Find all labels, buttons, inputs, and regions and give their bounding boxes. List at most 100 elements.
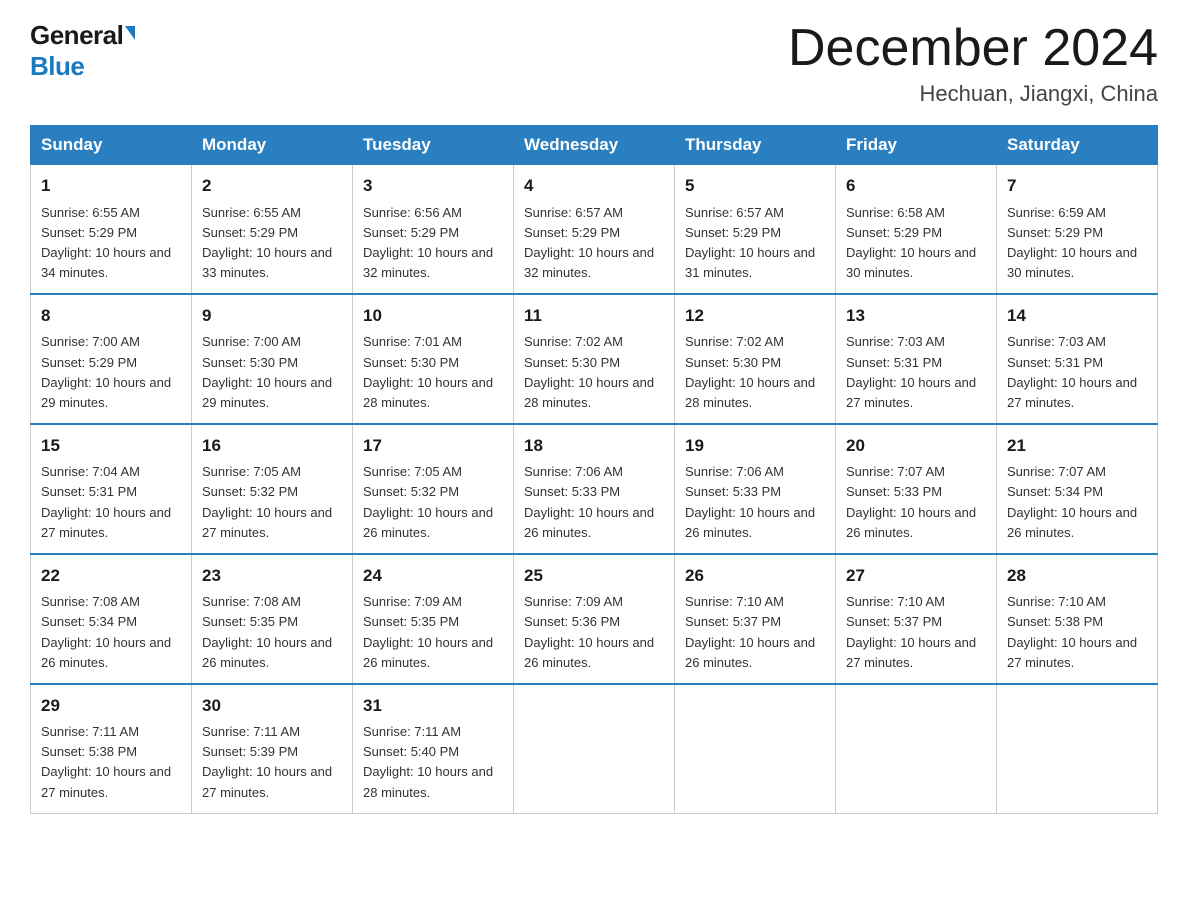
- day-info: Sunrise: 7:10 AMSunset: 5:37 PMDaylight:…: [846, 592, 986, 673]
- calendar-cell: 14 Sunrise: 7:03 AMSunset: 5:31 PMDayligh…: [997, 294, 1158, 424]
- header-friday: Friday: [836, 126, 997, 165]
- calendar-cell: 20Sunrise: 7:07 AMSunset: 5:33 PMDayligh…: [836, 424, 997, 554]
- calendar-cell: 31 Sunrise: 7:11 AMSunset: 5:40 PMDayligh…: [353, 684, 514, 813]
- location: Hechuan, Jiangxi, China: [788, 81, 1158, 107]
- day-info: Sunrise: 7:10 AMSunset: 5:37 PMDaylight:…: [685, 592, 825, 673]
- calendar-cell: 25 Sunrise: 7:09 AMSunset: 5:36 PMDayligh…: [514, 554, 675, 684]
- day-info: Sunrise: 7:02 AMSunset: 5:30 PMDaylight:…: [685, 332, 825, 413]
- calendar-table: Sunday Monday Tuesday Wednesday Thursday…: [30, 125, 1158, 814]
- header-saturday: Saturday: [997, 126, 1158, 165]
- day-number: 27: [846, 563, 986, 589]
- day-number: 10: [363, 303, 503, 329]
- day-number: 11: [524, 303, 664, 329]
- day-number: 28: [1007, 563, 1147, 589]
- day-number: 15: [41, 433, 181, 459]
- day-number: 6: [846, 173, 986, 199]
- day-info: Sunrise: 6:55 AMSunset: 5:29 PMDaylight:…: [202, 203, 342, 284]
- calendar-cell: 7 Sunrise: 6:59 AMSunset: 5:29 PMDaylight…: [997, 165, 1158, 294]
- calendar-week-row: 15 Sunrise: 7:04 AMSunset: 5:31 PMDayligh…: [31, 424, 1158, 554]
- day-info: Sunrise: 6:59 AMSunset: 5:29 PMDaylight:…: [1007, 203, 1147, 284]
- day-number: 3: [363, 173, 503, 199]
- day-info: Sunrise: 7:05 AMSunset: 5:32 PMDaylight:…: [363, 462, 503, 543]
- day-number: 2: [202, 173, 342, 199]
- day-number: 31: [363, 693, 503, 719]
- day-info: Sunrise: 7:08 AMSunset: 5:35 PMDaylight:…: [202, 592, 342, 673]
- logo-arrow-icon: [125, 26, 135, 40]
- calendar-cell: 21 Sunrise: 7:07 AMSunset: 5:34 PMDayligh…: [997, 424, 1158, 554]
- calendar-cell: 23 Sunrise: 7:08 AMSunset: 5:35 PMDayligh…: [192, 554, 353, 684]
- day-number: 8: [41, 303, 181, 329]
- day-info: Sunrise: 7:03 AMSunset: 5:31 PMDaylight:…: [846, 332, 986, 413]
- day-info: Sunrise: 6:55 AMSunset: 5:29 PMDaylight:…: [41, 203, 181, 284]
- calendar-cell: [836, 684, 997, 813]
- day-info: Sunrise: 7:11 AMSunset: 5:40 PMDaylight:…: [363, 722, 503, 803]
- calendar-cell: 8 Sunrise: 7:00 AMSunset: 5:29 PMDaylight…: [31, 294, 192, 424]
- calendar-week-row: 1 Sunrise: 6:55 AMSunset: 5:29 PMDaylight…: [31, 165, 1158, 294]
- calendar-cell: 16Sunrise: 7:05 AMSunset: 5:32 PMDayligh…: [192, 424, 353, 554]
- header-thursday: Thursday: [675, 126, 836, 165]
- calendar-cell: 19 Sunrise: 7:06 AMSunset: 5:33 PMDayligh…: [675, 424, 836, 554]
- logo: General Blue: [30, 20, 135, 82]
- calendar-cell: 27 Sunrise: 7:10 AMSunset: 5:37 PMDayligh…: [836, 554, 997, 684]
- header-tuesday: Tuesday: [353, 126, 514, 165]
- calendar-cell: 17 Sunrise: 7:05 AMSunset: 5:32 PMDayligh…: [353, 424, 514, 554]
- calendar-cell: 13 Sunrise: 7:03 AMSunset: 5:31 PMDayligh…: [836, 294, 997, 424]
- calendar-cell: 22 Sunrise: 7:08 AMSunset: 5:34 PMDayligh…: [31, 554, 192, 684]
- calendar-cell: 11Sunrise: 7:02 AMSunset: 5:30 PMDayligh…: [514, 294, 675, 424]
- day-number: 21: [1007, 433, 1147, 459]
- calendar-cell: [514, 684, 675, 813]
- day-info: Sunrise: 6:56 AMSunset: 5:29 PMDaylight:…: [363, 203, 503, 284]
- day-number: 19: [685, 433, 825, 459]
- day-info: Sunrise: 7:09 AMSunset: 5:36 PMDaylight:…: [524, 592, 664, 673]
- day-number: 22: [41, 563, 181, 589]
- calendar-cell: 6Sunrise: 6:58 AMSunset: 5:29 PMDaylight…: [836, 165, 997, 294]
- month-title: December 2024: [788, 20, 1158, 77]
- day-number: 17: [363, 433, 503, 459]
- header-wednesday: Wednesday: [514, 126, 675, 165]
- day-number: 13: [846, 303, 986, 329]
- calendar-cell: 18 Sunrise: 7:06 AMSunset: 5:33 PMDayligh…: [514, 424, 675, 554]
- day-info: Sunrise: 7:08 AMSunset: 5:34 PMDaylight:…: [41, 592, 181, 673]
- header-monday: Monday: [192, 126, 353, 165]
- calendar-week-row: 8 Sunrise: 7:00 AMSunset: 5:29 PMDaylight…: [31, 294, 1158, 424]
- calendar-cell: 15 Sunrise: 7:04 AMSunset: 5:31 PMDayligh…: [31, 424, 192, 554]
- day-info: Sunrise: 7:06 AMSunset: 5:33 PMDaylight:…: [685, 462, 825, 543]
- day-number: 4: [524, 173, 664, 199]
- day-info: Sunrise: 7:04 AMSunset: 5:31 PMDaylight:…: [41, 462, 181, 543]
- calendar-cell: 1 Sunrise: 6:55 AMSunset: 5:29 PMDaylight…: [31, 165, 192, 294]
- day-number: 20: [846, 433, 986, 459]
- calendar-cell: 26 Sunrise: 7:10 AMSunset: 5:37 PMDayligh…: [675, 554, 836, 684]
- calendar-cell: 2 Sunrise: 6:55 AMSunset: 5:29 PMDaylight…: [192, 165, 353, 294]
- day-info: Sunrise: 7:10 AMSunset: 5:38 PMDaylight:…: [1007, 592, 1147, 673]
- day-number: 26: [685, 563, 825, 589]
- day-info: Sunrise: 7:03 AMSunset: 5:31 PMDaylight:…: [1007, 332, 1147, 413]
- day-number: 7: [1007, 173, 1147, 199]
- day-info: Sunrise: 7:06 AMSunset: 5:33 PMDaylight:…: [524, 462, 664, 543]
- calendar-cell: 3 Sunrise: 6:56 AMSunset: 5:29 PMDaylight…: [353, 165, 514, 294]
- page-header: General Blue December 2024 Hechuan, Jian…: [30, 20, 1158, 107]
- day-info: Sunrise: 7:11 AMSunset: 5:39 PMDaylight:…: [202, 722, 342, 803]
- calendar-cell: 10Sunrise: 7:01 AMSunset: 5:30 PMDayligh…: [353, 294, 514, 424]
- title-area: December 2024 Hechuan, Jiangxi, China: [788, 20, 1158, 107]
- day-number: 5: [685, 173, 825, 199]
- day-number: 23: [202, 563, 342, 589]
- day-info: Sunrise: 7:11 AMSunset: 5:38 PMDaylight:…: [41, 722, 181, 803]
- calendar-cell: [675, 684, 836, 813]
- day-info: Sunrise: 7:09 AMSunset: 5:35 PMDaylight:…: [363, 592, 503, 673]
- day-number: 25: [524, 563, 664, 589]
- calendar-cell: 28 Sunrise: 7:10 AMSunset: 5:38 PMDayligh…: [997, 554, 1158, 684]
- calendar-header-row: Sunday Monday Tuesday Wednesday Thursday…: [31, 126, 1158, 165]
- day-number: 18: [524, 433, 664, 459]
- day-number: 30: [202, 693, 342, 719]
- calendar-cell: 12Sunrise: 7:02 AMSunset: 5:30 PMDayligh…: [675, 294, 836, 424]
- day-number: 14: [1007, 303, 1147, 329]
- day-info: Sunrise: 7:00 AMSunset: 5:29 PMDaylight:…: [41, 332, 181, 413]
- day-info: Sunrise: 6:57 AMSunset: 5:29 PMDaylight:…: [685, 203, 825, 284]
- day-info: Sunrise: 7:00 AMSunset: 5:30 PMDaylight:…: [202, 332, 342, 413]
- day-info: Sunrise: 7:05 AMSunset: 5:32 PMDaylight:…: [202, 462, 342, 543]
- calendar-week-row: 22 Sunrise: 7:08 AMSunset: 5:34 PMDayligh…: [31, 554, 1158, 684]
- day-number: 1: [41, 173, 181, 199]
- calendar-cell: 5 Sunrise: 6:57 AMSunset: 5:29 PMDaylight…: [675, 165, 836, 294]
- logo-blue-text: Blue: [30, 51, 84, 81]
- day-info: Sunrise: 7:07 AMSunset: 5:34 PMDaylight:…: [1007, 462, 1147, 543]
